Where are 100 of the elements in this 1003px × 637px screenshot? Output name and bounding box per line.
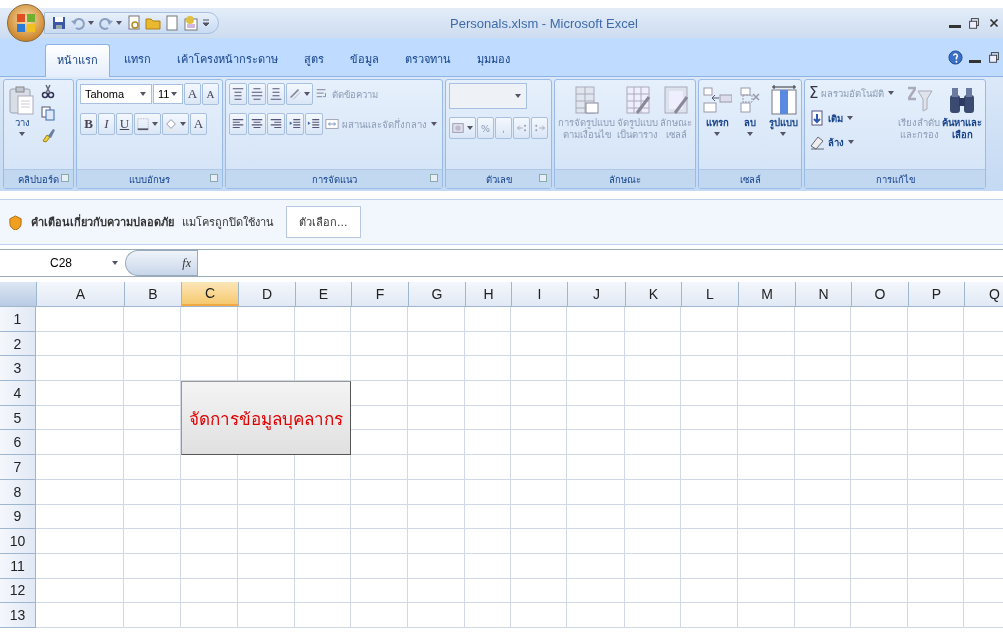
ribbon-tab[interactable]: เค้าโครงหน้ากระดาษ <box>165 43 290 76</box>
spreadsheet-cell[interactable] <box>465 356 511 382</box>
spreadsheet-cell[interactable] <box>908 307 964 332</box>
spreadsheet-cell[interactable] <box>465 603 511 628</box>
spreadsheet-cell[interactable] <box>181 479 238 505</box>
spreadsheet-cell[interactable] <box>124 553 181 579</box>
ribbon-tab[interactable]: แทรก <box>112 43 163 76</box>
font-color-button[interactable]: A <box>190 113 207 135</box>
spreadsheet-cell[interactable] <box>36 430 124 456</box>
spreadsheet-cell[interactable] <box>795 578 851 604</box>
spreadsheet-cell[interactable] <box>465 381 511 406</box>
spreadsheet-cell[interactable] <box>465 331 511 357</box>
spreadsheet-cell[interactable] <box>625 603 681 628</box>
row-header[interactable]: 5 <box>0 405 36 431</box>
spreadsheet-cell[interactable] <box>36 504 124 530</box>
restore-button[interactable] <box>987 49 1001 65</box>
spreadsheet-cell[interactable] <box>465 455 511 480</box>
spreadsheet-cell[interactable] <box>795 405 851 431</box>
column-header[interactable]: M <box>739 282 796 306</box>
spreadsheet-cell[interactable] <box>795 504 851 530</box>
spreadsheet-cell[interactable] <box>681 553 738 579</box>
spreadsheet-cell[interactable] <box>511 405 567 431</box>
spreadsheet-cell[interactable] <box>567 331 625 357</box>
spreadsheet-cell[interactable] <box>238 603 295 628</box>
spreadsheet-cell[interactable] <box>238 529 295 554</box>
cells-button[interactable]: แทรก <box>702 83 732 140</box>
spreadsheet-cell[interactable] <box>295 307 351 332</box>
form-button[interactable]: จัดการข้อมูลบุคลากร <box>181 381 351 456</box>
spreadsheet-cell[interactable] <box>738 430 795 456</box>
spreadsheet-cell[interactable] <box>908 405 964 431</box>
fill-color-button[interactable] <box>162 113 189 135</box>
row-header[interactable]: 9 <box>0 504 36 530</box>
spreadsheet-cell[interactable] <box>738 307 795 332</box>
insert-function-button[interactable]: fx <box>182 255 191 271</box>
spreadsheet-cell[interactable] <box>465 307 511 332</box>
spreadsheet-cell[interactable] <box>511 307 567 332</box>
spreadsheet-cell[interactable] <box>465 553 511 579</box>
align-right-button[interactable] <box>267 113 285 135</box>
spreadsheet-cell[interactable] <box>465 430 511 456</box>
spreadsheet-cell[interactable] <box>908 578 964 604</box>
spreadsheet-cell[interactable] <box>238 307 295 332</box>
spreadsheet-cell[interactable] <box>738 455 795 480</box>
row-header[interactable]: 8 <box>0 479 36 505</box>
toolbar-button[interactable] <box>126 15 142 31</box>
spreadsheet-cell[interactable] <box>738 504 795 530</box>
column-header[interactable]: C <box>182 282 239 306</box>
spreadsheet-cell[interactable] <box>465 529 511 554</box>
spreadsheet-cell[interactable] <box>738 553 795 579</box>
spreadsheet-cell[interactable] <box>351 356 408 382</box>
spreadsheet-cell[interactable] <box>511 479 567 505</box>
help-button[interactable] <box>948 49 963 65</box>
spreadsheet-cell[interactable] <box>181 504 238 530</box>
spreadsheet-cell[interactable] <box>681 356 738 382</box>
spreadsheet-cell[interactable] <box>567 430 625 456</box>
fill-button[interactable]: เติม <box>808 109 897 127</box>
spreadsheet-cell[interactable] <box>567 529 625 554</box>
toolbar-button[interactable] <box>51 15 67 31</box>
spreadsheet-cell[interactable] <box>351 479 408 505</box>
spreadsheet-cell[interactable] <box>351 553 408 579</box>
spreadsheet-cell[interactable] <box>567 504 625 530</box>
spreadsheet-cell[interactable] <box>567 553 625 579</box>
column-header[interactable]: A <box>37 282 125 306</box>
clear-button[interactable]: ล้าง <box>808 133 897 151</box>
spreadsheet-cell[interactable] <box>795 553 851 579</box>
spreadsheet-cell[interactable] <box>511 356 567 382</box>
customize-toolbar-button[interactable] <box>202 19 210 27</box>
increase-decimal-button[interactable] <box>513 117 530 139</box>
toolbar-button[interactable] <box>98 15 123 31</box>
spreadsheet-cell[interactable] <box>124 356 181 382</box>
spreadsheet-cell[interactable] <box>511 529 567 554</box>
column-header[interactable]: H <box>466 282 512 306</box>
ribbon-tab[interactable]: หน้าแรก <box>45 44 110 77</box>
spreadsheet-cell[interactable] <box>795 307 851 332</box>
spreadsheet-cell[interactable] <box>408 430 465 456</box>
spreadsheet-cell[interactable] <box>908 430 964 456</box>
options-button[interactable]: ตัวเลือก... <box>286 206 361 238</box>
row-header[interactable]: 4 <box>0 381 36 406</box>
spreadsheet-cell[interactable] <box>851 405 908 431</box>
spreadsheet-cell[interactable] <box>295 504 351 530</box>
spreadsheet-cell[interactable] <box>36 381 124 406</box>
ribbon-tab[interactable]: มุมมอง <box>465 43 522 76</box>
column-header[interactable]: N <box>796 282 852 306</box>
close-button[interactable] <box>987 16 1001 30</box>
spreadsheet-cell[interactable] <box>567 307 625 332</box>
spreadsheet-cell[interactable] <box>295 578 351 604</box>
spreadsheet-cell[interactable] <box>36 578 124 604</box>
column-header[interactable]: K <box>626 282 682 306</box>
spreadsheet-cell[interactable] <box>795 381 851 406</box>
dialog-launcher[interactable] <box>539 174 547 182</box>
spreadsheet-cell[interactable] <box>465 578 511 604</box>
spreadsheet-cell[interactable] <box>795 479 851 505</box>
spreadsheet-cell[interactable] <box>124 455 181 480</box>
row-header[interactable]: 11 <box>0 553 36 579</box>
spreadsheet-cell[interactable] <box>681 455 738 480</box>
spreadsheet-cell[interactable] <box>295 331 351 357</box>
column-header[interactable]: E <box>296 282 352 306</box>
spreadsheet-cell[interactable] <box>181 553 238 579</box>
spreadsheet-cell[interactable] <box>238 578 295 604</box>
spreadsheet-cell[interactable] <box>681 578 738 604</box>
column-header[interactable]: I <box>512 282 568 306</box>
